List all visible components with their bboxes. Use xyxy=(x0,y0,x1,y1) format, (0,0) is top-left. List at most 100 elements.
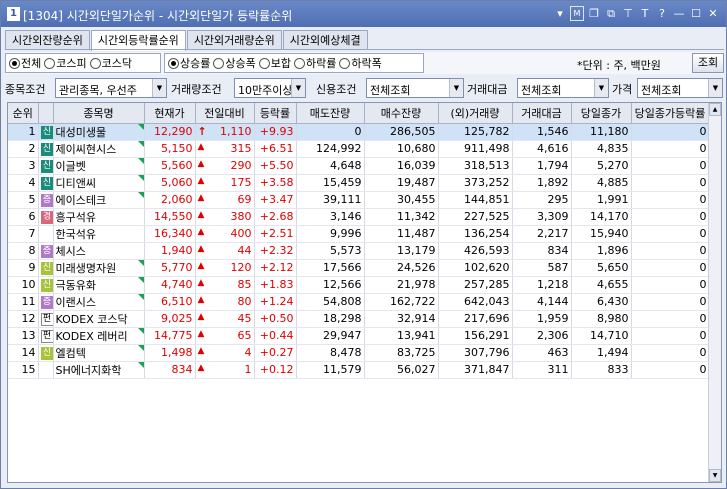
close-price-cell: 14,710 xyxy=(571,327,632,345)
column-header[interactable]: 종목명 xyxy=(53,103,145,124)
change-cell: ▲ 290 xyxy=(195,157,255,175)
column-header[interactable]: (외)거래량 xyxy=(438,103,513,124)
ask-residual-cell: 54,808 xyxy=(296,293,365,311)
up-triangle-icon: ▲ xyxy=(197,346,205,356)
table-row[interactable]: 11 증 이랜시스 6,510 ▲ 80 +1.24 54,808 162,722 642,043… xyxy=(8,293,710,311)
badge-cell: 신 xyxy=(38,276,54,294)
badge-cell: 펀 xyxy=(38,327,54,345)
volume-cell: 156,291 xyxy=(438,327,513,345)
table-row[interactable]: 12 펀 KODEX 코스닥 9,025 ▲ 45 +0.50 18,298 32,914 217… xyxy=(8,310,710,328)
table-header: 순위 종목명 현재가 전일대비 등락률 매도잔량 매수잔량 (외)거래량 거래대금 당일종가 당일종… xyxy=(8,103,710,124)
radio-dot xyxy=(168,57,179,69)
radio-market-kospi[interactable]: 코스피 xyxy=(44,55,87,71)
rank-grid[interactable]: 순위 종목명 현재가 전일대비 등락률 매도잔량 매수잔량 (외)거래량 거래대금 당일종가 당일종… xyxy=(7,102,722,483)
close-price-cell: 5,650 xyxy=(571,259,632,277)
copy-icon[interactable]: ⧉ xyxy=(604,6,618,21)
close-icon[interactable]: ✕ xyxy=(706,6,720,21)
tab-residual-rank[interactable]: 시간외잔량순위 xyxy=(5,30,90,50)
volume-condition-select[interactable]: 10만주이상 ▼ xyxy=(234,78,306,98)
credit-condition-label: 신용조건 xyxy=(316,83,357,96)
table-row[interactable]: 1 신 대성미생물 12,290 ↑ 1,110 +9.93 0 286,505 125,782 1… xyxy=(8,123,710,141)
table-row[interactable]: 4 신 디티앤씨 5,060 ▲ 175 +3.58 15,459 19,487 373,252 1… xyxy=(8,174,710,192)
restore-icon[interactable]: ❐ xyxy=(587,6,601,21)
column-header[interactable]: 거래대금 xyxy=(512,103,572,124)
stock-name-cell: 체시스 xyxy=(53,242,145,260)
table-row[interactable]: 15 SH에너지화학 834 ▲ 1 +0.12 11,579 56,027 371,847 31… xyxy=(8,361,710,379)
rate-cell: +1.83 xyxy=(254,276,297,294)
radio-rise-amount[interactable]: 상승폭 xyxy=(213,55,256,71)
table-row[interactable]: 8 증 체시스 1,940 ▲ 44 +2.32 5,573 13,179 426,593 834 1… xyxy=(8,242,710,260)
radio-market-all[interactable]: 전체 xyxy=(9,55,41,71)
tab-change-rate-rank[interactable]: 시간외등락률순위 xyxy=(90,30,186,51)
rank-cell: 2 xyxy=(8,140,39,158)
radio-market-kosdaq[interactable]: 코스닥 xyxy=(89,55,132,71)
table-row[interactable]: 3 신 이글벳 5,560 ▲ 290 +5.50 4,648 16,039 318,513 1,7… xyxy=(8,157,710,175)
volume-cell: 136,254 xyxy=(438,225,513,243)
help-icon[interactable]: ? xyxy=(655,6,669,21)
link-icon[interactable]: M xyxy=(570,6,584,21)
amount-cell: 4,144 xyxy=(512,293,572,311)
table-row[interactable]: 14 신 엘컴텍 1,498 ▲ 4 +0.27 8,478 83,725 307,796 463 1… xyxy=(8,344,710,362)
column-header[interactable]: 등락률 xyxy=(254,103,297,124)
pin-icon[interactable]: ⊤ xyxy=(621,6,635,21)
amount-cell: 463 xyxy=(512,344,572,362)
column-header[interactable]: 당일종가 xyxy=(571,103,632,124)
status-badge: 신 xyxy=(40,160,52,173)
close-price-cell: 4,885 xyxy=(571,174,632,192)
table-row[interactable]: 10 신 극동유화 4,740 ▲ 85 +1.83 12,566 21,978 257,285 1… xyxy=(8,276,710,294)
tab-volume-rank[interactable]: 시간외거래량순위 xyxy=(186,30,282,50)
up-triangle-icon: ▲ xyxy=(197,227,205,237)
column-header[interactable] xyxy=(38,103,54,124)
column-header[interactable]: 현재가 xyxy=(144,103,196,124)
stock-condition-select[interactable]: 관리종목, 우선주 ▼ xyxy=(55,78,167,98)
radio-flat[interactable]: 보합 xyxy=(258,55,291,71)
bid-residual-cell: 32,914 xyxy=(364,310,439,328)
tab-expected-execution[interactable]: 시간외예상체결 xyxy=(282,30,368,50)
close-price-cell: 11,180 xyxy=(571,123,632,141)
title-bar[interactable]: 1 [1304] 시간외단일가순위 - 시간외단일가 등락률순위 ▾ M ❐ ⧉… xyxy=(1,1,726,27)
query-button[interactable]: 조회 xyxy=(692,53,724,73)
scroll-up-icon[interactable]: ▲ xyxy=(709,103,721,116)
status-badge: 경 xyxy=(40,211,52,224)
badge-cell: 증 xyxy=(38,191,54,209)
amount-select[interactable]: 전체조회 ▼ xyxy=(517,78,609,98)
column-header[interactable]: 순위 xyxy=(8,103,39,124)
column-header[interactable]: 매수잔량 xyxy=(364,103,439,124)
vertical-scrollbar[interactable]: ▲ ▼ xyxy=(708,103,721,482)
table-row[interactable]: 7 한국석유 16,340 ▲ 400 +2.51 9,996 11,487 136,254 2,… xyxy=(8,225,710,243)
badge-cell: 신 xyxy=(38,157,54,175)
maximize-icon[interactable]: ☐ xyxy=(689,6,703,21)
price-cell: 1,940 xyxy=(144,242,196,260)
table-row[interactable]: 5 증 에이스테크 2,060 ▲ 69 +3.47 39,111 30,455 144,851 2… xyxy=(8,191,710,209)
radio-rise-rate[interactable]: 상승률 xyxy=(168,55,210,71)
radio-fall-rate[interactable]: 하락률 xyxy=(294,55,336,71)
change-cell: ▲ 380 xyxy=(195,208,255,226)
rank-cell: 6 xyxy=(8,208,39,226)
table-row[interactable]: 13 펀 KODEX 레버리 14,775 ▲ 65 +0.44 29,947 13,941 15… xyxy=(8,327,710,345)
rank-table: 순위 종목명 현재가 전일대비 등락률 매도잔량 매수잔량 (외)거래량 거래대금 당일종가 당일종… xyxy=(8,103,710,379)
credit-condition-select[interactable]: 전체조회 ▼ xyxy=(366,78,464,98)
column-header[interactable]: 당일종가등락률 xyxy=(631,103,710,124)
close-price-cell: 6,430 xyxy=(571,293,632,311)
column-header[interactable]: 매도잔량 xyxy=(296,103,365,124)
status-badge: 증 xyxy=(40,245,52,258)
up-triangle-icon: ▲ xyxy=(197,261,205,271)
price-select[interactable]: 전체조회 ▼ xyxy=(637,78,723,98)
close-rate-cell: 0 xyxy=(631,310,710,328)
minimize-icon[interactable]: — xyxy=(672,6,686,21)
scroll-down-icon[interactable]: ▼ xyxy=(709,469,721,482)
bid-residual-cell: 24,526 xyxy=(364,259,439,277)
rank-cell: 15 xyxy=(8,361,39,379)
status-badge: 신 xyxy=(40,347,52,360)
table-row[interactable]: 6 경 흥구석유 14,550 ▲ 380 +2.68 3,146 11,342 227,525 3… xyxy=(8,208,710,226)
table-row[interactable]: 2 신 제이씨현시스 5,150 ▲ 315 +6.51 124,992 10,680 911,4… xyxy=(8,140,710,158)
font-icon[interactable]: T xyxy=(638,6,652,21)
up-triangle-icon: ▲ xyxy=(197,176,205,186)
table-row[interactable]: 9 신 미래생명자원 5,770 ▲ 120 +2.12 17,566 24,526 102,62… xyxy=(8,259,710,277)
change-value: 120 xyxy=(230,261,252,274)
window-icon[interactable]: ▾ xyxy=(553,6,567,21)
rate-cell: +2.12 xyxy=(254,259,297,277)
column-header[interactable]: 전일대비 xyxy=(195,103,255,124)
radio-fall-amount[interactable]: 하락폭 xyxy=(339,55,382,71)
change-cell: ▲ 175 xyxy=(195,174,255,192)
